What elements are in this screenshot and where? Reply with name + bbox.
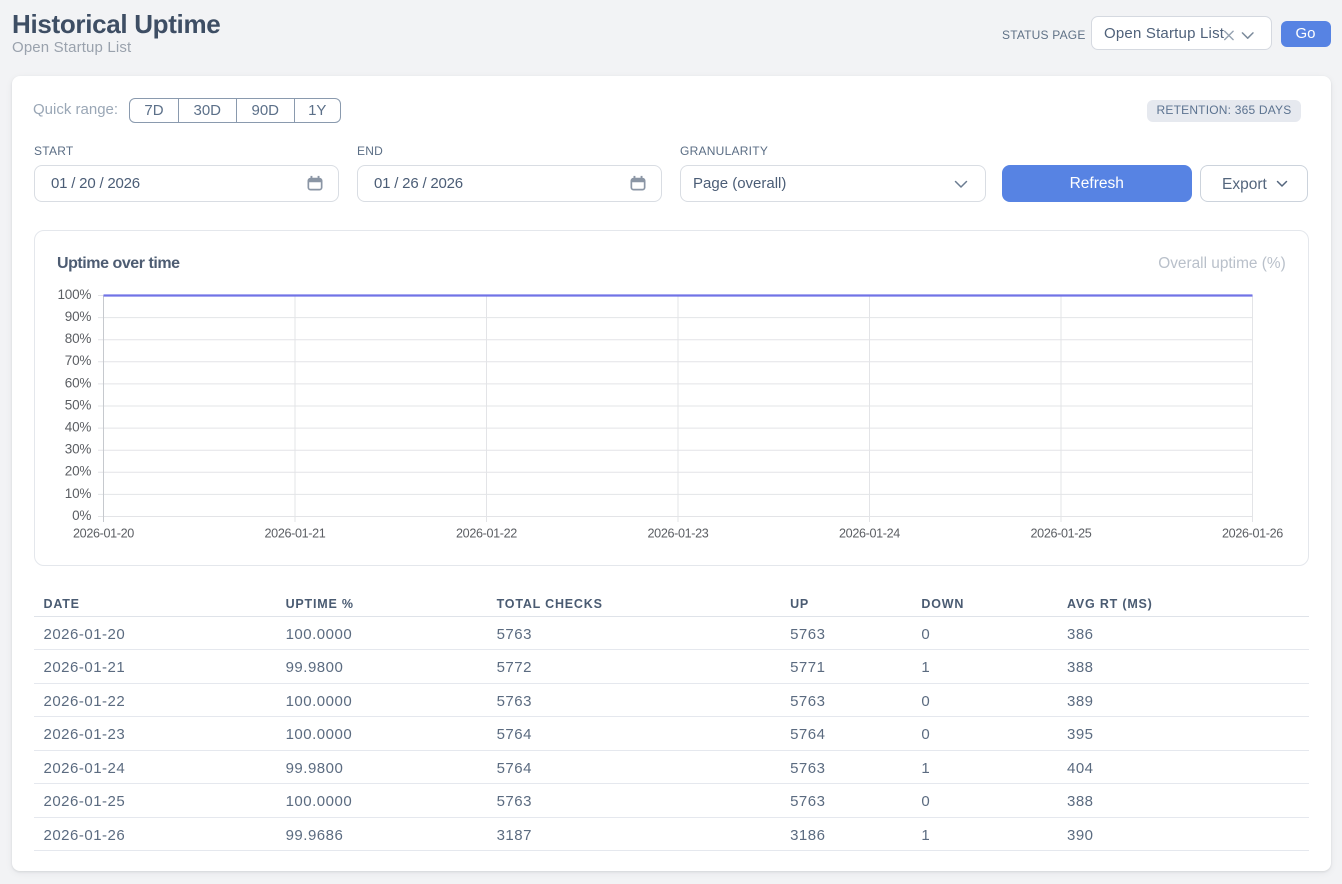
svg-text:2026-01-23: 2026-01-23 <box>648 526 709 540</box>
svg-text:2026-01-20: 2026-01-20 <box>73 526 134 540</box>
svg-text:20%: 20% <box>65 464 92 479</box>
svg-text:2026-01-24: 2026-01-24 <box>839 526 900 540</box>
svg-text:50%: 50% <box>65 397 92 412</box>
svg-text:2026-01-22: 2026-01-22 <box>456 526 517 540</box>
svg-text:2026-01-26: 2026-01-26 <box>1222 526 1283 540</box>
svg-text:80%: 80% <box>65 331 92 346</box>
svg-text:2026-01-21: 2026-01-21 <box>265 526 326 540</box>
svg-text:10%: 10% <box>65 486 92 501</box>
svg-text:70%: 70% <box>65 353 92 368</box>
svg-text:60%: 60% <box>65 375 92 390</box>
svg-text:40%: 40% <box>65 420 92 435</box>
svg-text:0%: 0% <box>72 508 91 523</box>
svg-text:100%: 100% <box>57 287 91 302</box>
svg-text:2026-01-25: 2026-01-25 <box>1031 526 1092 540</box>
svg-text:90%: 90% <box>65 309 92 324</box>
svg-text:30%: 30% <box>65 442 92 457</box>
